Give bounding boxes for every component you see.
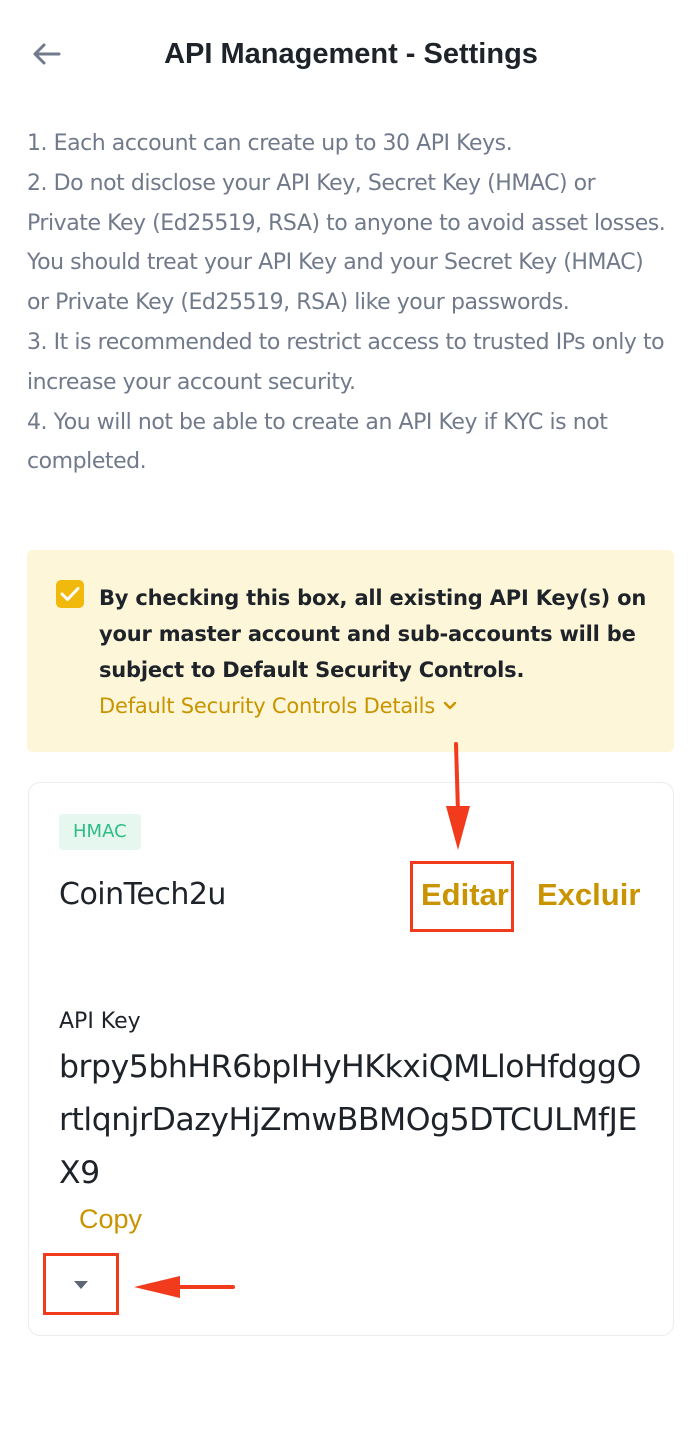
security-controls-details-link[interactable]: Default Security Controls Details (99, 688, 457, 724)
api-key-name: CoinTech2u (59, 877, 226, 912)
api-key-value: brpy5bhHR6bpIHyHKkxiQMLloHfdggOrtlqnjrDa… (59, 1049, 641, 1191)
caret-down-icon (74, 1281, 88, 1289)
checkmark-icon (60, 587, 80, 601)
note-item: 4. You will not be able to create an API… (27, 409, 608, 475)
security-controls-text: By checking this box, all existing API K… (99, 586, 647, 682)
api-notes: 1. Each account can create up to 30 API … (27, 124, 667, 482)
api-key-card: HMAC CoinTech2u Editar Excluir API Key b… (28, 782, 674, 1336)
chevron-down-icon (443, 701, 457, 711)
note-item: 2. Do not disclose your API Key, Secret … (27, 170, 666, 316)
header: API Management - Settings (0, 0, 694, 110)
security-controls-box: By checking this box, all existing API K… (27, 550, 674, 752)
note-item: 1. Each account can create up to 30 API … (27, 131, 513, 156)
expand-toggle[interactable] (65, 1269, 97, 1301)
edit-button[interactable]: Editar (421, 873, 509, 917)
details-link-label: Default Security Controls Details (99, 694, 436, 718)
delete-button[interactable]: Excluir (537, 873, 640, 917)
api-key-label: API Key (59, 1009, 141, 1034)
page-title: API Management - Settings (164, 38, 538, 70)
security-controls-checkbox[interactable] (56, 580, 84, 608)
copy-button[interactable]: Copy (79, 1199, 142, 1239)
note-item: 3. It is recommended to restrict access … (27, 329, 665, 395)
key-type-badge: HMAC (59, 814, 141, 850)
